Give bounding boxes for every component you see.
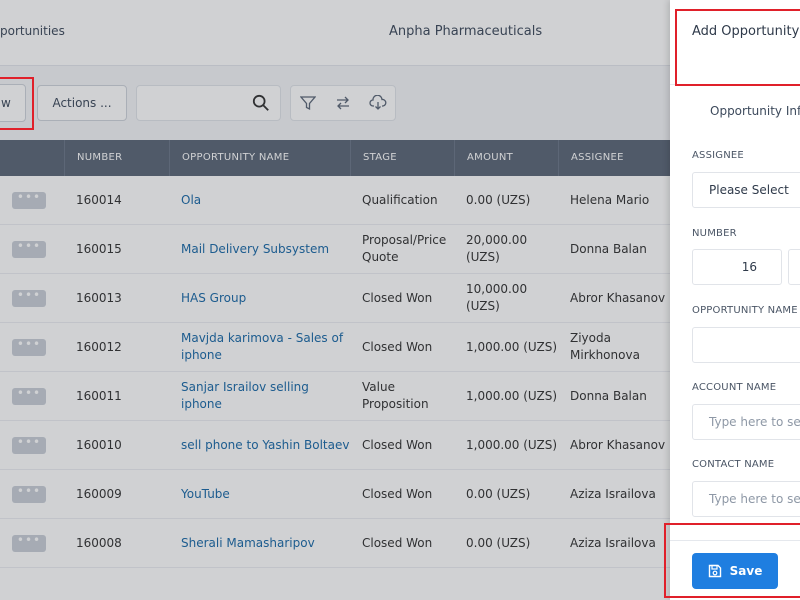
- floppy-disk-icon: [708, 564, 721, 578]
- number-suffix-input[interactable]: [788, 249, 800, 285]
- opportunity-name-label: OPPORTUNITY NAME: [692, 305, 798, 316]
- account-name-input[interactable]: Type here to se: [692, 404, 800, 440]
- divider: [670, 84, 800, 85]
- save-button[interactable]: Save: [692, 553, 778, 589]
- modal-overlay[interactable]: [0, 0, 670, 600]
- assignee-select[interactable]: Please Select: [692, 172, 800, 208]
- account-name-label: ACCOUNT NAME: [692, 382, 777, 393]
- contact-name-label: CONTACT NAME: [692, 459, 775, 470]
- drawer-footer: Save: [670, 540, 800, 600]
- opportunity-name-input[interactable]: [692, 327, 800, 363]
- drawer-title: Add Opportunity: [692, 24, 800, 39]
- add-opportunity-drawer: Add Opportunity Opportunity Info ASSIGNE…: [670, 0, 800, 600]
- number-input[interactable]: 16: [692, 249, 782, 285]
- number-label: NUMBER: [692, 228, 737, 239]
- assignee-label: ASSIGNEE: [692, 150, 744, 161]
- tab-opportunity-info[interactable]: Opportunity Info: [710, 104, 800, 118]
- contact-name-input[interactable]: Type here to se: [692, 481, 800, 517]
- save-label: Save: [729, 564, 763, 578]
